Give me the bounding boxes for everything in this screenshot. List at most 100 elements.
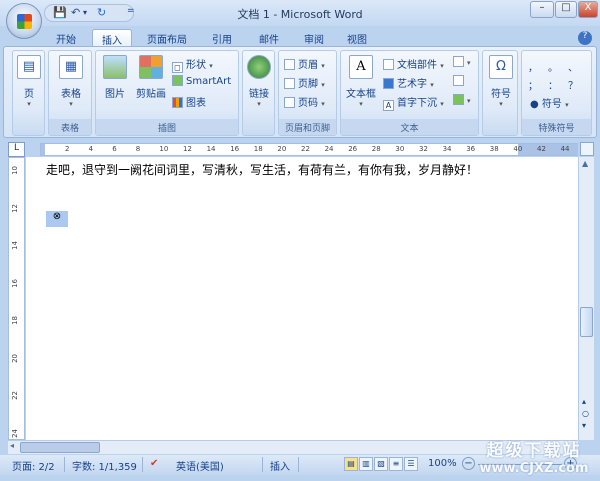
char-colon[interactable]: ： bbox=[548, 77, 558, 92]
ruler-tick: 6 bbox=[112, 145, 117, 153]
footer-button[interactable]: 页脚 ▾ bbox=[284, 75, 325, 90]
ruler-tick: 12 bbox=[11, 203, 19, 213]
browse-object-icon[interactable]: ○ bbox=[582, 409, 589, 418]
document-paragraph[interactable]: 走吧，退守到一阙花间词里，写清秋，写生活，有荷有兰，有你有我，岁月静好！ bbox=[46, 161, 478, 178]
outline-view-icon[interactable]: ≡ bbox=[389, 457, 403, 471]
object-button[interactable]: ▾ bbox=[453, 94, 471, 106]
vertical-ruler[interactable]: 10 12 14 16 18 20 22 24 bbox=[8, 157, 25, 440]
tab-references[interactable]: 引用 bbox=[205, 29, 239, 47]
ruler-tick: 32 bbox=[419, 145, 428, 153]
textbox-button[interactable]: A 文本框 ▾ bbox=[343, 55, 379, 108]
zoom-level[interactable]: 100% bbox=[428, 458, 457, 469]
links-button[interactable]: 链接 ▾ bbox=[247, 55, 271, 108]
insert-mode[interactable]: 插入 bbox=[270, 458, 290, 473]
tab-insert[interactable]: 插入 bbox=[92, 29, 132, 47]
group-label-header-footer: 页眉和页脚 bbox=[279, 119, 336, 135]
page-count[interactable]: 页面: 2/2 bbox=[12, 458, 55, 473]
smartart-button[interactable]: SmartArt bbox=[172, 75, 231, 87]
signature-line-button[interactable]: ▾ bbox=[453, 56, 471, 68]
ruler-tick: 20 bbox=[277, 145, 287, 153]
office-button[interactable] bbox=[6, 3, 42, 39]
footer-label: 页脚 bbox=[298, 79, 318, 90]
watermark-line1: 超级下载站 bbox=[486, 441, 582, 461]
group-table: ▦ 表格 ▾ 表格 bbox=[48, 50, 92, 136]
customize-qat-icon[interactable]: = bbox=[127, 6, 135, 16]
save-icon[interactable]: 💾 bbox=[53, 6, 67, 19]
print-layout-view-icon[interactable]: ▤ bbox=[344, 457, 358, 471]
quick-parts-icon bbox=[383, 59, 394, 70]
horizontal-ruler[interactable]: 2 4 6 8 10 12 14 16 18 20 22 24 26 28 30 32 34 36 38 40 42 44 bbox=[40, 143, 578, 156]
undo-icon[interactable]: ↶ bbox=[71, 6, 80, 19]
view-ruler-icon[interactable] bbox=[580, 142, 594, 156]
special-symbol-label: 符号 bbox=[541, 99, 562, 110]
chart-icon bbox=[172, 97, 183, 108]
char-semicolon[interactable]: ； bbox=[528, 77, 538, 92]
draft-view-icon[interactable]: ☰ bbox=[404, 457, 418, 471]
symbol-label: 符号 bbox=[491, 89, 511, 100]
object-anchor-icon[interactable]: ⊗ bbox=[46, 211, 68, 227]
page-label: 页 bbox=[24, 89, 34, 100]
tab-review[interactable]: 审阅 bbox=[297, 29, 331, 47]
prev-page-icon[interactable]: ▴ bbox=[582, 397, 586, 406]
dropcap-label: 首字下沉 bbox=[397, 98, 437, 109]
horizontal-scroll-thumb[interactable] bbox=[20, 442, 100, 453]
dropcap-icon: A bbox=[383, 100, 394, 111]
word-count[interactable]: 字数: 1/1,359 bbox=[72, 458, 137, 473]
help-icon[interactable]: ? bbox=[578, 31, 592, 45]
scroll-up-icon[interactable]: ▲ bbox=[582, 159, 588, 168]
char-question[interactable]: ？ bbox=[568, 77, 578, 92]
shapes-button[interactable]: ◻ 形状 ▾ bbox=[172, 56, 213, 73]
special-symbol-button[interactable]: ● 符号 ▾ bbox=[530, 95, 569, 110]
tab-page-layout[interactable]: 页面布局 bbox=[142, 29, 192, 47]
redo-icon[interactable]: ↻ bbox=[97, 6, 106, 19]
wordart-icon bbox=[383, 78, 394, 89]
quick-parts-label: 文档部件 bbox=[397, 60, 437, 71]
maximize-button[interactable]: □ bbox=[555, 1, 577, 18]
group-links: 链接 ▾ bbox=[242, 50, 275, 136]
ruler-margin-left bbox=[41, 144, 45, 155]
wordart-button[interactable]: 艺术字 ▾ bbox=[383, 75, 434, 90]
web-layout-icon[interactable]: ▧ bbox=[374, 457, 388, 471]
proofing-icon[interactable]: ✔ bbox=[150, 458, 158, 469]
document-page[interactable]: 走吧，退守到一阙花间词里，写清秋，写生活，有荷有兰，有你有我，岁月静好！ ⊗ bbox=[26, 157, 578, 440]
group-label-illustrations: 插图 bbox=[96, 119, 238, 135]
ruler-tick: 10 bbox=[11, 166, 19, 175]
clipart-button[interactable]: 剪贴画 bbox=[134, 55, 168, 100]
ruler-tick: 12 bbox=[183, 145, 192, 153]
header-button[interactable]: 页眉 ▾ bbox=[284, 56, 325, 71]
date-time-icon bbox=[453, 75, 464, 86]
undo-dropdown-icon[interactable]: ▾ bbox=[83, 8, 87, 17]
shapes-label: 形状 bbox=[186, 60, 206, 71]
ruler-tick: 18 bbox=[253, 145, 263, 153]
tab-home[interactable]: 开始 bbox=[48, 29, 84, 47]
page-number-button[interactable]: 页码 ▾ bbox=[284, 94, 325, 109]
vertical-scroll-thumb[interactable] bbox=[580, 307, 593, 337]
table-button[interactable]: ▦ 表格 ▾ bbox=[55, 55, 87, 108]
tab-mailings[interactable]: 邮件 bbox=[252, 29, 286, 47]
language[interactable]: 英语(美国) bbox=[176, 458, 224, 473]
full-screen-reading-icon[interactable]: ▥ bbox=[359, 457, 373, 471]
picture-button[interactable]: 图片 bbox=[100, 55, 130, 100]
char-comma[interactable]: ， bbox=[528, 59, 538, 74]
ruler-tick: 14 bbox=[11, 241, 19, 250]
page-button[interactable]: ▤ 页 ▾ bbox=[17, 55, 41, 108]
char-period[interactable]: 。 bbox=[548, 59, 558, 74]
next-page-icon[interactable]: ▾ bbox=[582, 421, 586, 430]
quick-parts-button[interactable]: 文档部件 ▾ bbox=[383, 56, 444, 71]
tab-selector[interactable]: L bbox=[8, 142, 25, 157]
header-label: 页眉 bbox=[298, 60, 318, 71]
ruler-tick: 24 bbox=[11, 428, 19, 438]
scroll-left-icon[interactable]: ◂ bbox=[10, 441, 14, 450]
dropcap-button[interactable]: A 首字下沉 ▾ bbox=[383, 94, 444, 111]
minimize-button[interactable]: – bbox=[530, 1, 554, 18]
picture-icon bbox=[103, 55, 127, 79]
symbol-button[interactable]: Ω 符号 ▾ bbox=[488, 55, 514, 108]
ruler-tick: 4 bbox=[88, 145, 94, 153]
close-button[interactable]: X bbox=[578, 1, 598, 18]
chart-button[interactable]: 图表 bbox=[172, 94, 206, 109]
char-enum-comma[interactable]: 、 bbox=[568, 59, 578, 74]
tab-view[interactable]: 视图 bbox=[340, 29, 374, 47]
date-time-button[interactable] bbox=[453, 75, 467, 87]
ruler-tick: 18 bbox=[11, 316, 19, 325]
vertical-scrollbar[interactable]: ▲ ▴ ○ ▾ bbox=[578, 157, 594, 440]
